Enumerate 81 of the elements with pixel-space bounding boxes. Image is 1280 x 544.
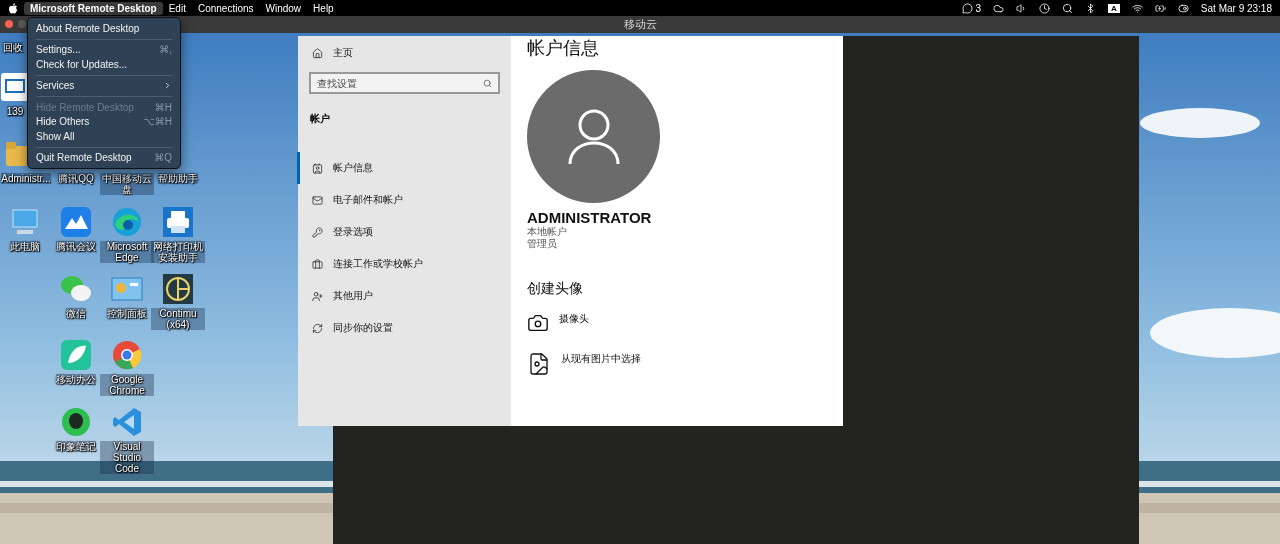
elephant-app-icon xyxy=(60,406,92,438)
desktop-icon-label[interactable]: 中国移动云盘 xyxy=(100,173,154,195)
wave-app-icon xyxy=(111,206,143,238)
search-field[interactable]: 查找设置 xyxy=(309,72,500,94)
account-type: 本地帐户 xyxy=(527,226,568,238)
avatar-option[interactable]: 摄像头 xyxy=(527,312,827,352)
home-icon xyxy=(312,47,323,59)
nav-item[interactable]: 其他用户 xyxy=(297,280,511,312)
user-role: 管理员 xyxy=(527,238,558,250)
desktop-icon-label[interactable]: Contimu (x64) xyxy=(151,308,205,330)
shortcut-label: ⌘Q xyxy=(154,152,172,164)
wifi-icon[interactable] xyxy=(1131,2,1143,14)
message-count: 3 xyxy=(975,2,982,14)
leaf-app-icon xyxy=(60,339,92,371)
menu-item[interactable]: Settings... ⌘, xyxy=(28,42,180,57)
desktop-icon-label[interactable]: 网络打印机安装助手 xyxy=(151,241,205,263)
shortcut-label: ⌘H xyxy=(154,101,172,113)
desktop-icon-label[interactable]: Microsoft Edge xyxy=(100,241,154,263)
menu-title[interactable]: Connections xyxy=(191,1,260,15)
folder-icon xyxy=(6,142,28,166)
mail-icon xyxy=(312,194,323,206)
menu-title[interactable]: Help xyxy=(307,1,340,15)
nav-item[interactable]: 连接工作或学校帐户 xyxy=(297,248,511,280)
window-title: 移动云 xyxy=(623,17,657,32)
contact-card-icon xyxy=(312,162,323,174)
weather-icon[interactable] xyxy=(993,2,1005,14)
menu-item[interactable]: Check for Updates... xyxy=(28,57,180,72)
nav-item[interactable]: 电子邮件和帐户 xyxy=(297,184,511,216)
home-label: 主页 xyxy=(333,46,353,60)
nav-label: 帐户信息 xyxy=(333,161,373,175)
nav-item[interactable]: 帐户信息 xyxy=(297,152,511,184)
clock-icon[interactable] xyxy=(1039,2,1051,14)
nav-label: 登录选项 xyxy=(333,225,373,239)
control-center-icon[interactable] xyxy=(1177,2,1189,14)
desktop-icon-label[interactable]: Visual Studio Code xyxy=(100,441,154,474)
menu-item[interactable]: Quit Remote Desktop ⌘Q xyxy=(28,150,180,165)
camera-icon xyxy=(527,312,549,334)
section-heading: 帐户 xyxy=(309,112,331,126)
search-input[interactable]: 查找设置 xyxy=(317,77,483,89)
sync-icon xyxy=(312,322,323,334)
shortcut-label: ⌥⌘H xyxy=(143,116,172,128)
input-source[interactable]: A xyxy=(1108,3,1120,13)
battery-icon[interactable] xyxy=(1154,2,1166,14)
nav-label: 电子邮件和帐户 xyxy=(333,193,403,207)
nav-label: 其他用户 xyxy=(333,289,373,303)
user-silhouette-icon xyxy=(567,107,620,166)
home-nav-item[interactable]: 主页 xyxy=(297,42,511,64)
briefcase-icon xyxy=(312,258,323,270)
option-label: 从现有图片中选择 xyxy=(561,352,641,366)
key-icon xyxy=(312,226,323,238)
user-add-icon xyxy=(312,290,323,302)
menu-item[interactable]: Services xyxy=(28,78,180,93)
menu-title[interactable]: Window xyxy=(259,1,308,15)
file-icon xyxy=(527,352,551,376)
nav-label: 同步你的设置 xyxy=(333,321,393,335)
nav-item[interactable]: 登录选项 xyxy=(297,216,511,248)
code-editor-icon xyxy=(111,406,143,438)
app-menu-title[interactable]: Microsoft Remote Desktop xyxy=(24,1,163,15)
menu-title[interactable]: Edit xyxy=(162,1,192,15)
section-title: 创建头像 xyxy=(527,280,584,298)
shortcut-label: ⌘, xyxy=(159,44,172,56)
menu-item[interactable]: About Remote Desktop xyxy=(28,21,180,36)
circle-logo-icon xyxy=(162,273,194,305)
page-title: 帐户信息 xyxy=(527,37,600,60)
search-icon[interactable] xyxy=(1062,2,1074,14)
user-name: ADMINISTRATOR xyxy=(527,209,653,226)
avatar-option[interactable]: 从现有图片中选择 xyxy=(527,352,827,392)
browser-icon xyxy=(111,339,143,371)
chevron-icon xyxy=(163,81,172,91)
close-button[interactable] xyxy=(5,20,13,28)
option-label: 摄像头 xyxy=(559,312,589,326)
nav-item[interactable]: 同步你的设置 xyxy=(297,312,511,344)
printer-icon xyxy=(162,206,194,238)
menu-clock[interactable]: Sat Mar 9 23:18 xyxy=(1200,2,1272,14)
apple-logo-icon[interactable] xyxy=(8,2,18,14)
menu-item[interactable]: Hide Others ⌥⌘H xyxy=(28,114,180,129)
menu-item[interactable]: Show All xyxy=(28,129,180,144)
search-icon xyxy=(483,78,492,88)
chat-icon[interactable] xyxy=(961,2,973,14)
mountain-app-icon xyxy=(60,206,92,238)
nav-label: 连接工作或学校帐户 xyxy=(333,257,423,271)
